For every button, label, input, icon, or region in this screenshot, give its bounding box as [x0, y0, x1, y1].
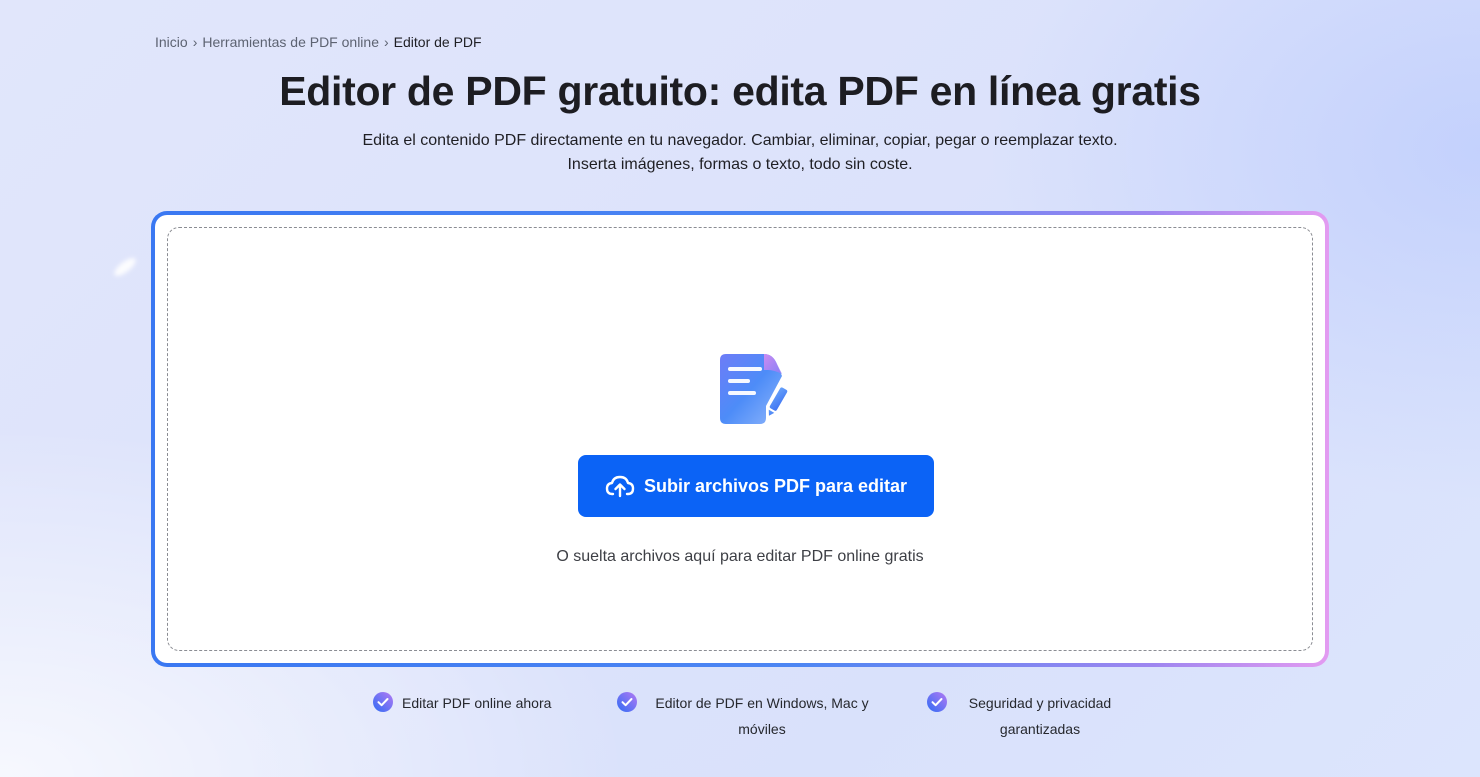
check-circle-icon	[617, 692, 637, 712]
page-title: Editor de PDF gratuito: edita PDF en lín…	[279, 68, 1201, 114]
breadcrumb-separator: ›	[192, 34, 198, 50]
page-subtitle: Edita el contenido PDF directamente en t…	[0, 129, 1480, 177]
breadcrumb-link-home[interactable]: Inicio	[155, 34, 188, 50]
edit-document-icon	[720, 354, 790, 424]
subtitle-line-2: Inserta imágenes, formas o texto, todo s…	[567, 156, 913, 173]
feature-label: Seguridad y privacidad garantizadas	[968, 695, 1112, 737]
upload-pdf-button[interactable]: Subir archivos PDF para editar	[578, 455, 934, 517]
breadcrumb-link-tools[interactable]: Herramientas de PDF online	[202, 34, 379, 50]
feature-item: Editor de PDF en Windows, Mac y móviles	[617, 690, 878, 742]
check-circle-icon	[373, 692, 393, 712]
file-dropzone[interactable]: Subir archivos PDF para editar O suelta …	[167, 227, 1313, 651]
feature-label: Editar PDF online ahora	[402, 695, 552, 711]
drop-hint-text: O suelta archivos aquí para editar PDF o…	[556, 548, 924, 565]
breadcrumb: Inicio › Herramientas de PDF online › Editor…	[155, 34, 482, 50]
upload-pdf-button-label: Subir archivos PDF para editar	[643, 475, 908, 496]
breadcrumb-current: Editor de PDF	[393, 34, 482, 50]
subtitle-line-1: Edita el contenido PDF directamente en t…	[362, 132, 1118, 149]
feature-item: Seguridad y privacidad garantizadas	[927, 690, 1124, 742]
background-glow	[111, 255, 139, 279]
breadcrumb-separator: ›	[384, 34, 389, 50]
check-circle-icon	[927, 692, 947, 712]
cloud-upload-icon	[605, 475, 635, 498]
feature-item: Editar PDF online ahora	[373, 690, 551, 716]
upload-card-body: Subir archivos PDF para editar O suelta …	[155, 215, 1325, 663]
upload-card: Subir archivos PDF para editar O suelta …	[151, 211, 1329, 667]
feature-label: Editor de PDF en Windows, Mac y móviles	[655, 695, 869, 737]
